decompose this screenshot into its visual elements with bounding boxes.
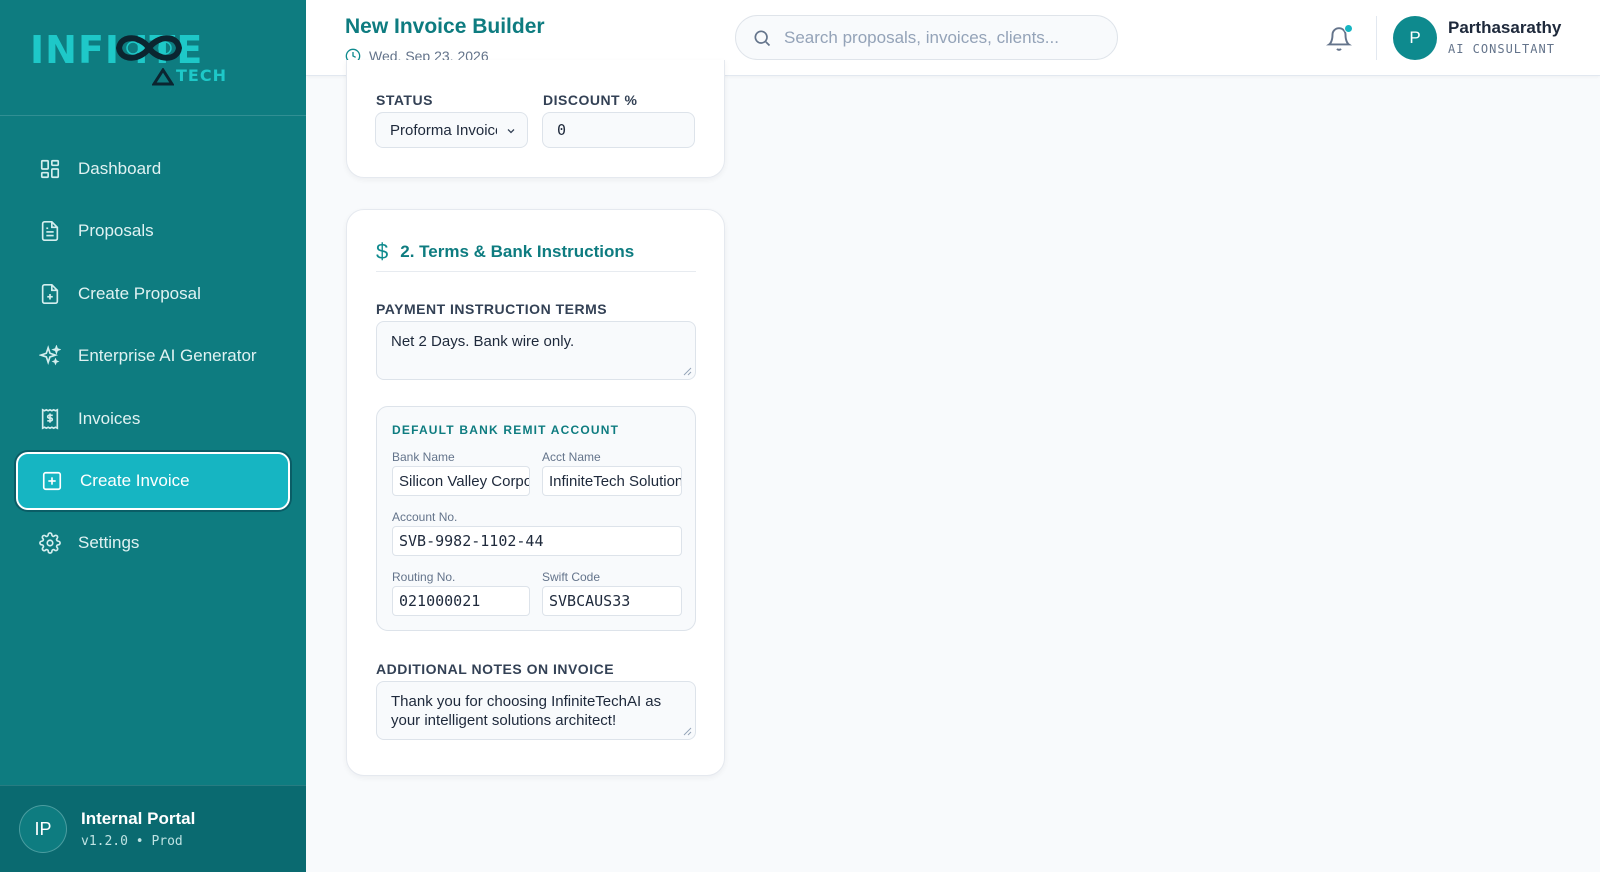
logo-sub: TECH bbox=[176, 66, 227, 85]
triangle-logo-icon bbox=[152, 68, 174, 86]
discount-label: DISCOUNT % bbox=[543, 92, 638, 108]
dollar-icon: $ bbox=[376, 239, 389, 264]
user-avatar[interactable]: P bbox=[1393, 16, 1437, 60]
search-input[interactable] bbox=[784, 27, 1104, 48]
plus-square-icon bbox=[40, 469, 64, 493]
payment-terms-label: PAYMENT INSTRUCTION TERMS bbox=[376, 301, 608, 317]
portal-name: Internal Portal bbox=[81, 809, 196, 828]
bank-account-panel: DEFAULT BANK REMIT ACCOUNT Bank Name Sil… bbox=[376, 406, 696, 631]
sidebar-item-label: Create Proposal bbox=[78, 283, 201, 303]
search-icon bbox=[754, 30, 771, 46]
sidebar-item-label: Proposals bbox=[78, 221, 154, 241]
sidebar-footer: IP Internal Portal v1.2.0 • Prod bbox=[0, 785, 306, 872]
sidebar-item-create-invoice[interactable]: Create Invoice bbox=[16, 451, 290, 510]
notes-textarea[interactable]: Thank you for choosing InfiniteTechAI as… bbox=[376, 681, 696, 740]
notes-label: ADDITIONAL NOTES ON INVOICE bbox=[376, 661, 615, 677]
sidebar-item-proposals[interactable]: Proposals bbox=[16, 202, 290, 260]
sidebar-nav: Dashboard Proposals Create Proposal Ente… bbox=[16, 140, 290, 577]
account-no-input[interactable]: SVB-9982-1102-44 bbox=[392, 526, 682, 556]
portal-avatar: IP bbox=[19, 805, 67, 853]
section-title-text: 2. Terms & Bank Instructions bbox=[400, 242, 635, 261]
section-title: $ 2. Terms & Bank Instructions bbox=[376, 239, 634, 265]
sidebar-item-label: Invoices bbox=[78, 408, 141, 428]
sidebar-item-label: Create Invoice bbox=[80, 470, 190, 490]
routing-no-label: Routing No. bbox=[392, 570, 456, 584]
user-role: AI CONSULTANT bbox=[1448, 42, 1555, 56]
account-no-label: Account No. bbox=[392, 510, 458, 524]
bank-panel-title: DEFAULT BANK REMIT ACCOUNT bbox=[392, 423, 620, 437]
file-plus-icon bbox=[38, 282, 62, 306]
routing-no-input[interactable]: 021000021 bbox=[392, 586, 530, 616]
status-label: STATUS bbox=[376, 92, 433, 108]
sidebar-item-dashboard[interactable]: Dashboard bbox=[16, 140, 290, 198]
invoice-dollar-icon bbox=[38, 407, 62, 431]
sidebar-item-create-proposal[interactable]: Create Proposal bbox=[16, 265, 290, 323]
sidebar: INFI ITE TECH Dashboard Proposals Create… bbox=[0, 0, 306, 872]
resize-handle-icon[interactable] bbox=[682, 366, 692, 376]
sidebar-item-enterprise-ai-generator[interactable]: Enterprise AI Generator bbox=[16, 327, 290, 385]
acct-name-input[interactable]: InfiniteTech Solutions bbox=[542, 466, 682, 496]
header-divider bbox=[1376, 16, 1377, 60]
sidebar-item-label: Dashboard bbox=[78, 159, 162, 178]
acct-name-label: Acct Name bbox=[542, 450, 601, 464]
chevron-down-icon bbox=[507, 129, 515, 134]
status-value: Proforma Invoice bbox=[390, 121, 497, 139]
user-name: Parthasarathy bbox=[1448, 18, 1562, 37]
sidebar-item-invoices[interactable]: Invoices bbox=[16, 390, 290, 448]
payment-terms-value: Net 2 Days. Bank wire only. bbox=[391, 333, 575, 350]
sidebar-item-label: Settings bbox=[78, 533, 140, 553]
notes-value: Thank you for choosing InfiniteTechAI as… bbox=[391, 693, 662, 729]
swift-code-label: Swift Code bbox=[542, 570, 601, 584]
sparkles-icon bbox=[38, 344, 62, 368]
terms-bank-card: $ 2. Terms & Bank Instructions PAYMENT I… bbox=[346, 209, 725, 776]
portal-version: v1.2.0 • Prod bbox=[81, 834, 183, 849]
notifications-button[interactable] bbox=[1324, 23, 1354, 53]
bank-name-label: Bank Name bbox=[392, 450, 455, 464]
resize-handle-icon[interactable] bbox=[682, 726, 692, 736]
gear-icon bbox=[38, 531, 62, 555]
search-bar[interactable] bbox=[735, 15, 1118, 60]
payment-terms-textarea[interactable]: Net 2 Days. Bank wire only. bbox=[376, 321, 696, 380]
sidebar-item-settings[interactable]: Settings bbox=[16, 514, 290, 572]
logo[interactable]: INFI ITE TECH bbox=[0, 0, 306, 116]
bank-name-input[interactable]: Silicon Valley Corporate bbox=[392, 466, 530, 496]
section-divider bbox=[376, 271, 696, 272]
status-select[interactable]: Proforma Invoice bbox=[375, 112, 528, 148]
invoice-details-card: STATUS Proforma Invoice DISCOUNT % 0 bbox=[346, 60, 725, 178]
dashboard-icon bbox=[38, 157, 62, 181]
infinity-logo-icon bbox=[115, 35, 183, 61]
sidebar-item-label: Enterprise AI Generator bbox=[78, 346, 257, 366]
swift-code-input[interactable]: SVBCAUS33 bbox=[542, 586, 682, 616]
discount-input[interactable]: 0 bbox=[542, 112, 695, 148]
document-icon bbox=[38, 219, 62, 243]
notification-dot bbox=[1344, 24, 1353, 33]
page-title: New Invoice Builder bbox=[345, 15, 545, 38]
